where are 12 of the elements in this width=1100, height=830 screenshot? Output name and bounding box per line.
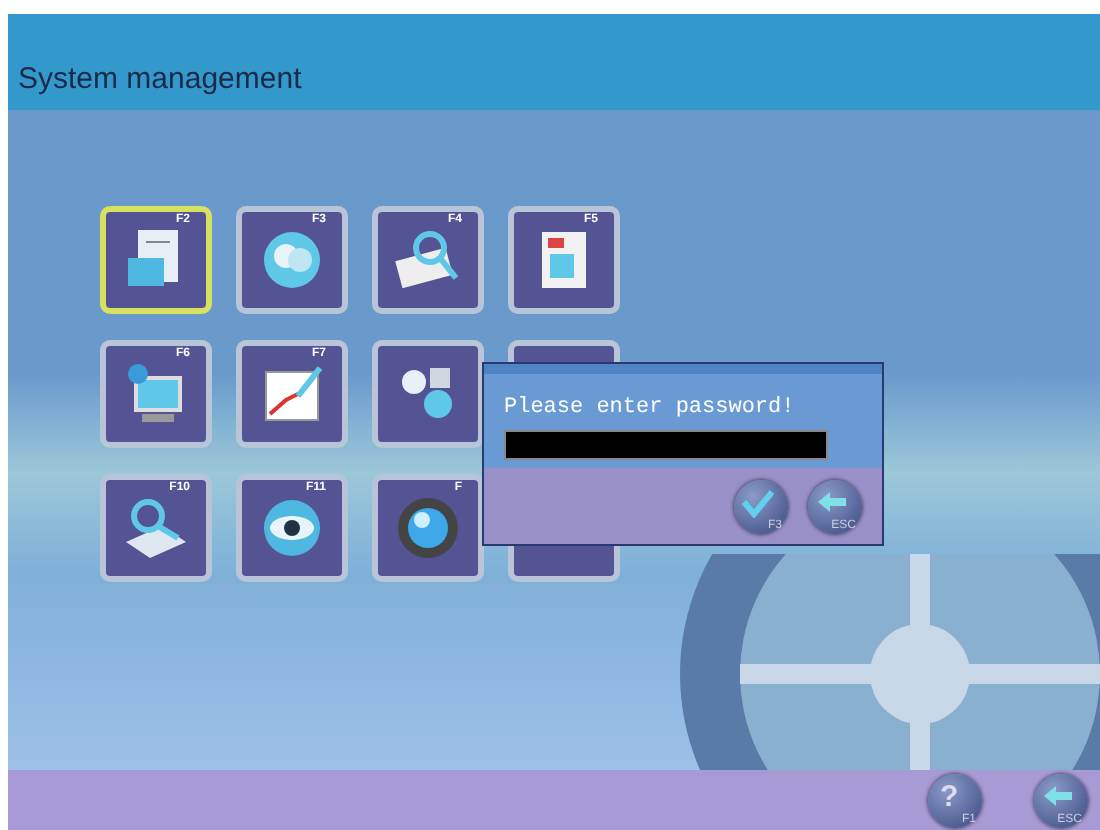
- password-field[interactable]: [504, 430, 828, 460]
- magnifier-icon: [394, 226, 462, 294]
- scanner-icon: [122, 494, 190, 562]
- password-prompt: Please enter password!: [504, 398, 797, 420]
- back-arrow-icon: [1044, 785, 1072, 805]
- back-arrow-icon: [818, 491, 846, 511]
- question-mark-icon: ?: [940, 775, 959, 820]
- window-title: System management: [18, 59, 302, 99]
- sphere-icon: [394, 494, 462, 562]
- eye-icon: [258, 494, 326, 562]
- checkmark-icon: [742, 489, 774, 517]
- function-tile[interactable]: [372, 340, 484, 448]
